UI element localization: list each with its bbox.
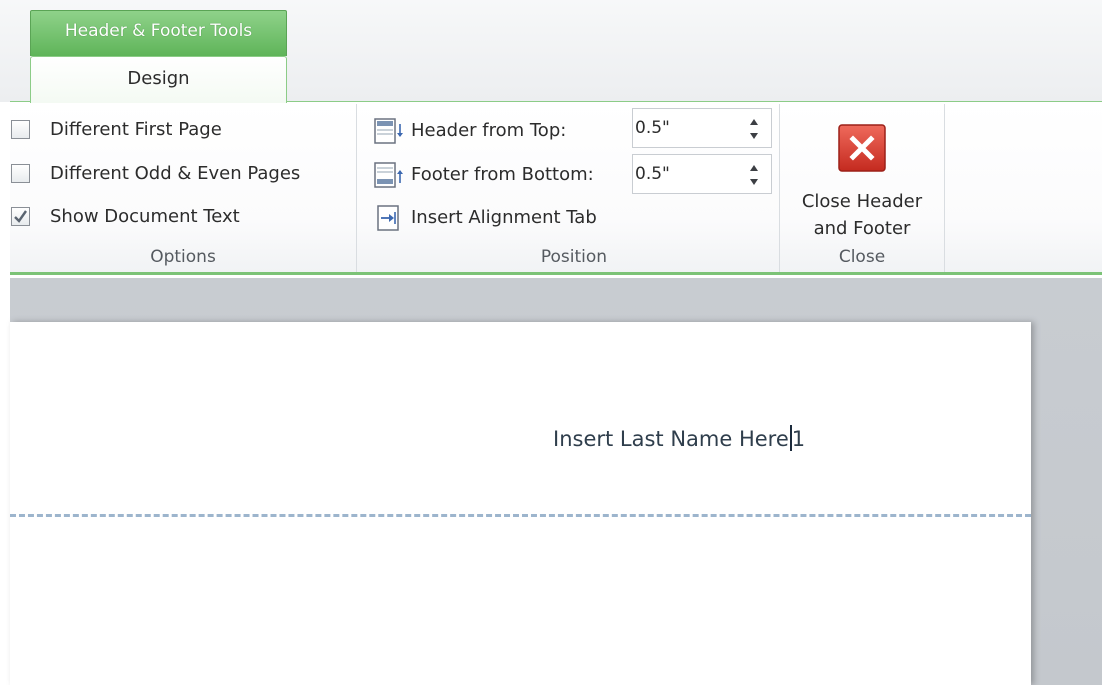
different-odd-even-label: Different Odd & Even Pages [50,163,301,184]
header-last-name-text: Insert Last Name Here [553,427,789,451]
ribbon-tab-strip: Header & Footer Tools Design [0,0,1102,103]
group-divider [944,104,945,272]
spin-down-icon[interactable] [747,175,761,189]
header-boundary-line [10,514,1031,517]
different-first-page-label: Different First Page [50,119,222,140]
header-position-icon [374,118,403,144]
close-x-icon [838,124,886,172]
close-group: Close Header and Footer Close [780,102,944,272]
checkbox-unchecked[interactable] [11,120,30,139]
header-from-top-input[interactable] [635,115,735,141]
insert-alignment-tab-button[interactable]: Insert Alignment Tab [369,203,629,235]
show-document-text-label: Show Document Text [50,206,240,227]
insert-alignment-tab-label: Insert Alignment Tab [411,207,597,228]
alignment-tab-icon [377,205,399,231]
spin-up-icon[interactable] [747,161,761,175]
close-header-footer-button[interactable]: Close Header and Footer [780,112,944,239]
position-group: Header from Top: Footer from Bottom: [369,102,779,272]
spin-up-icon[interactable] [747,115,761,129]
footer-from-bottom-input[interactable] [635,161,735,187]
options-group: Different First Page Different Odd & Eve… [10,102,356,272]
position-group-label: Position [540,247,608,267]
contextual-tab-header: Header & Footer Tools [30,10,287,56]
different-first-page-checkbox[interactable]: Different First Page [10,116,340,146]
contextual-tab-title: Header & Footer Tools [64,21,253,41]
checkbox-checked[interactable] [11,207,30,226]
document-page[interactable]: Insert Last Name Here 1 [10,322,1031,685]
close-header-footer-label: Close Header and Footer [801,191,923,239]
document-canvas: Insert Last Name Here 1 [10,278,1102,685]
header-from-top-label: Header from Top: [411,120,567,141]
close-group-label: Close [838,247,886,267]
options-group-label: Options [150,247,216,267]
footer-from-bottom-label: Footer from Bottom: [411,164,594,185]
header-from-top-row: Header from Top: [369,116,629,148]
show-document-text-checkbox[interactable]: Show Document Text [10,203,340,233]
tab-design[interactable]: Design [30,56,287,103]
footer-from-bottom-spinner[interactable] [632,154,772,194]
ribbon: Different First Page Different Odd & Eve… [10,101,1102,275]
page-number-field[interactable]: 1 [792,427,805,451]
spin-down-icon[interactable] [747,129,761,143]
header-content[interactable]: Insert Last Name Here 1 [553,425,805,451]
checkbox-unchecked[interactable] [11,164,30,183]
footer-from-bottom-row: Footer from Bottom: [369,160,629,192]
different-odd-even-checkbox[interactable]: Different Odd & Even Pages [10,160,340,190]
header-from-top-spinner[interactable] [632,108,772,148]
footer-position-icon [374,162,403,188]
group-divider [356,104,357,272]
checkmark-icon [14,210,27,223]
